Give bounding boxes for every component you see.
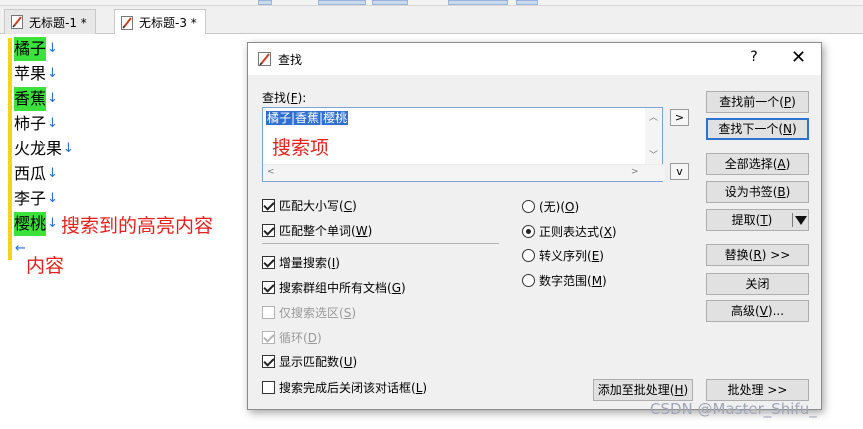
help-button[interactable]: ? — [748, 49, 760, 65]
line-end-icon: ↓ — [47, 166, 58, 181]
find-input-annotation: 搜索项 — [272, 137, 330, 159]
line-text: 苹果 — [14, 64, 47, 83]
editor-line[interactable]: 火龙果 ↓ — [14, 137, 74, 161]
line-end-icon: ↓ — [47, 91, 58, 106]
line-text: 樱桃 — [14, 212, 47, 236]
select-all-button[interactable]: 全部选择(A) — [706, 153, 809, 175]
find-dialog: 查找 ? ✕ 查找(F): 橘子|香蕉|樱桃 搜索项 ︿ ﹀ < > > v 匹… — [247, 42, 822, 410]
mode-regex-radio[interactable]: 正则表达式(X) — [522, 223, 617, 240]
line-end-icon: ↓ — [63, 141, 74, 156]
dropdown-arrow-icon[interactable] — [795, 216, 807, 225]
find-previous-button[interactable]: 查找前一个(P) — [706, 91, 809, 113]
scroll-down-icon[interactable]: ﹀ — [649, 148, 658, 161]
tab-label: 无标题-3 * — [139, 16, 197, 30]
find-next-button[interactable]: 查找下一个(N) — [706, 118, 809, 140]
line-end-icon: ↓ — [47, 216, 58, 231]
eof-icon: ← — [15, 241, 26, 256]
document-icon — [11, 15, 23, 29]
mode-number-range-radio[interactable]: 数字范围(M) — [522, 272, 607, 289]
scroll-up-icon[interactable]: ︿ — [649, 110, 658, 123]
find-input[interactable]: 橘子|香蕉|樱桃 搜索项 ︿ ﹀ < > — [262, 107, 664, 182]
tab-untitled-1[interactable]: 无标题-1 * — [4, 9, 96, 34]
find-label: 查找(F): — [262, 91, 307, 105]
modified-lines-marker — [8, 38, 12, 260]
history-forward-button[interactable]: > — [670, 109, 689, 126]
editor-line[interactable]: 樱桃 ↓ — [14, 212, 58, 236]
toolbar-button[interactable] — [516, 0, 538, 5]
search-selection-only-checkbox[interactable]: 仅搜索选区(S) — [262, 304, 356, 321]
wrap-around-checkbox[interactable]: 循环(D) — [262, 329, 322, 346]
app-icon — [258, 52, 272, 69]
divider — [262, 243, 499, 244]
history-dropdown-button[interactable]: v — [670, 163, 689, 180]
replace-button[interactable]: 替换(R) >> — [706, 244, 809, 266]
editor-line[interactable]: 香蕉 ↓ — [14, 87, 58, 111]
editor-line[interactable]: 西瓜 ↓ — [14, 162, 58, 186]
set-bookmark-button[interactable]: 设为书签(B) — [706, 181, 809, 203]
line-end-icon: ↓ — [47, 41, 58, 56]
watermark: CSDN @Master_Shifu_ — [650, 400, 817, 418]
search-all-documents-checkbox[interactable]: 搜索群组中所有文档(G) — [262, 279, 406, 296]
incremental-search-checkbox[interactable]: 增量搜索(I) — [262, 254, 340, 271]
close-after-search-checkbox[interactable]: 搜索完成后关闭该对话框(L) — [262, 379, 427, 396]
tab-bar: 无标题-1 * 无标题-3 * — [0, 6, 863, 35]
line-end-icon: ↓ — [47, 116, 58, 131]
highlight-annotation: 搜索到的高亮内容 — [61, 215, 214, 237]
add-to-batch-button[interactable]: 添加至批处理(H) — [593, 379, 693, 401]
batch-button[interactable]: 批处理 >> — [706, 379, 809, 401]
editor-line[interactable]: 苹果 ↓ — [14, 62, 58, 86]
toolbar-button[interactable] — [372, 0, 408, 5]
scroll-right-icon[interactable]: > — [631, 167, 639, 177]
editor-line[interactable]: 柿子 ↓ — [14, 112, 58, 136]
close-icon[interactable]: ✕ — [791, 47, 806, 68]
vertical-scrollbar[interactable]: ︿ ﹀ — [645, 108, 662, 165]
tab-label: 无标题-1 * — [29, 15, 87, 30]
toolbar-button[interactable] — [258, 0, 272, 5]
mode-none-radio[interactable]: (无)(O) — [522, 198, 579, 215]
line-text: 西瓜 — [14, 164, 47, 183]
dialog-titlebar[interactable]: 查找 ? ✕ — [248, 43, 821, 75]
scroll-left-icon[interactable]: < — [267, 167, 275, 177]
line-text: 橘子 — [14, 37, 47, 61]
find-input-value: 橘子|香蕉|樱桃 — [266, 111, 349, 125]
toolbar-button[interactable] — [318, 0, 366, 5]
editor-line[interactable]: 橘子 ↓ — [14, 37, 58, 61]
line-text: 火龙果 — [14, 139, 63, 158]
editor-line[interactable]: 李子 ↓ — [14, 187, 58, 211]
dialog-title: 查找 — [278, 53, 303, 67]
show-match-count-checkbox[interactable]: 显示匹配数(U) — [262, 353, 357, 370]
extract-button[interactable]: 提取(T) — [706, 209, 809, 231]
toolbar-button[interactable] — [448, 0, 508, 5]
document-icon — [121, 15, 133, 30]
horizontal-scrollbar[interactable]: < > — [263, 164, 664, 181]
line-text: 香蕉 — [14, 87, 47, 111]
mode-escape-radio[interactable]: 转义序列(E) — [522, 247, 604, 264]
close-button[interactable]: 关闭 — [706, 273, 809, 295]
match-whole-word-checkbox[interactable]: 匹配整个单词(W) — [262, 222, 372, 239]
match-case-checkbox[interactable]: 匹配大小写(C) — [262, 197, 357, 214]
line-text: 柿子 — [14, 114, 47, 133]
line-end-icon: ↓ — [47, 191, 58, 206]
content-annotation: 内容 — [26, 255, 65, 277]
advanced-button[interactable]: 高级(V)... — [706, 300, 809, 322]
editor-line[interactable]: ← — [14, 237, 26, 261]
tab-untitled-3[interactable]: 无标题-3 * — [114, 9, 206, 35]
line-text: 李子 — [14, 189, 47, 208]
line-end-icon: ↓ — [47, 66, 58, 81]
